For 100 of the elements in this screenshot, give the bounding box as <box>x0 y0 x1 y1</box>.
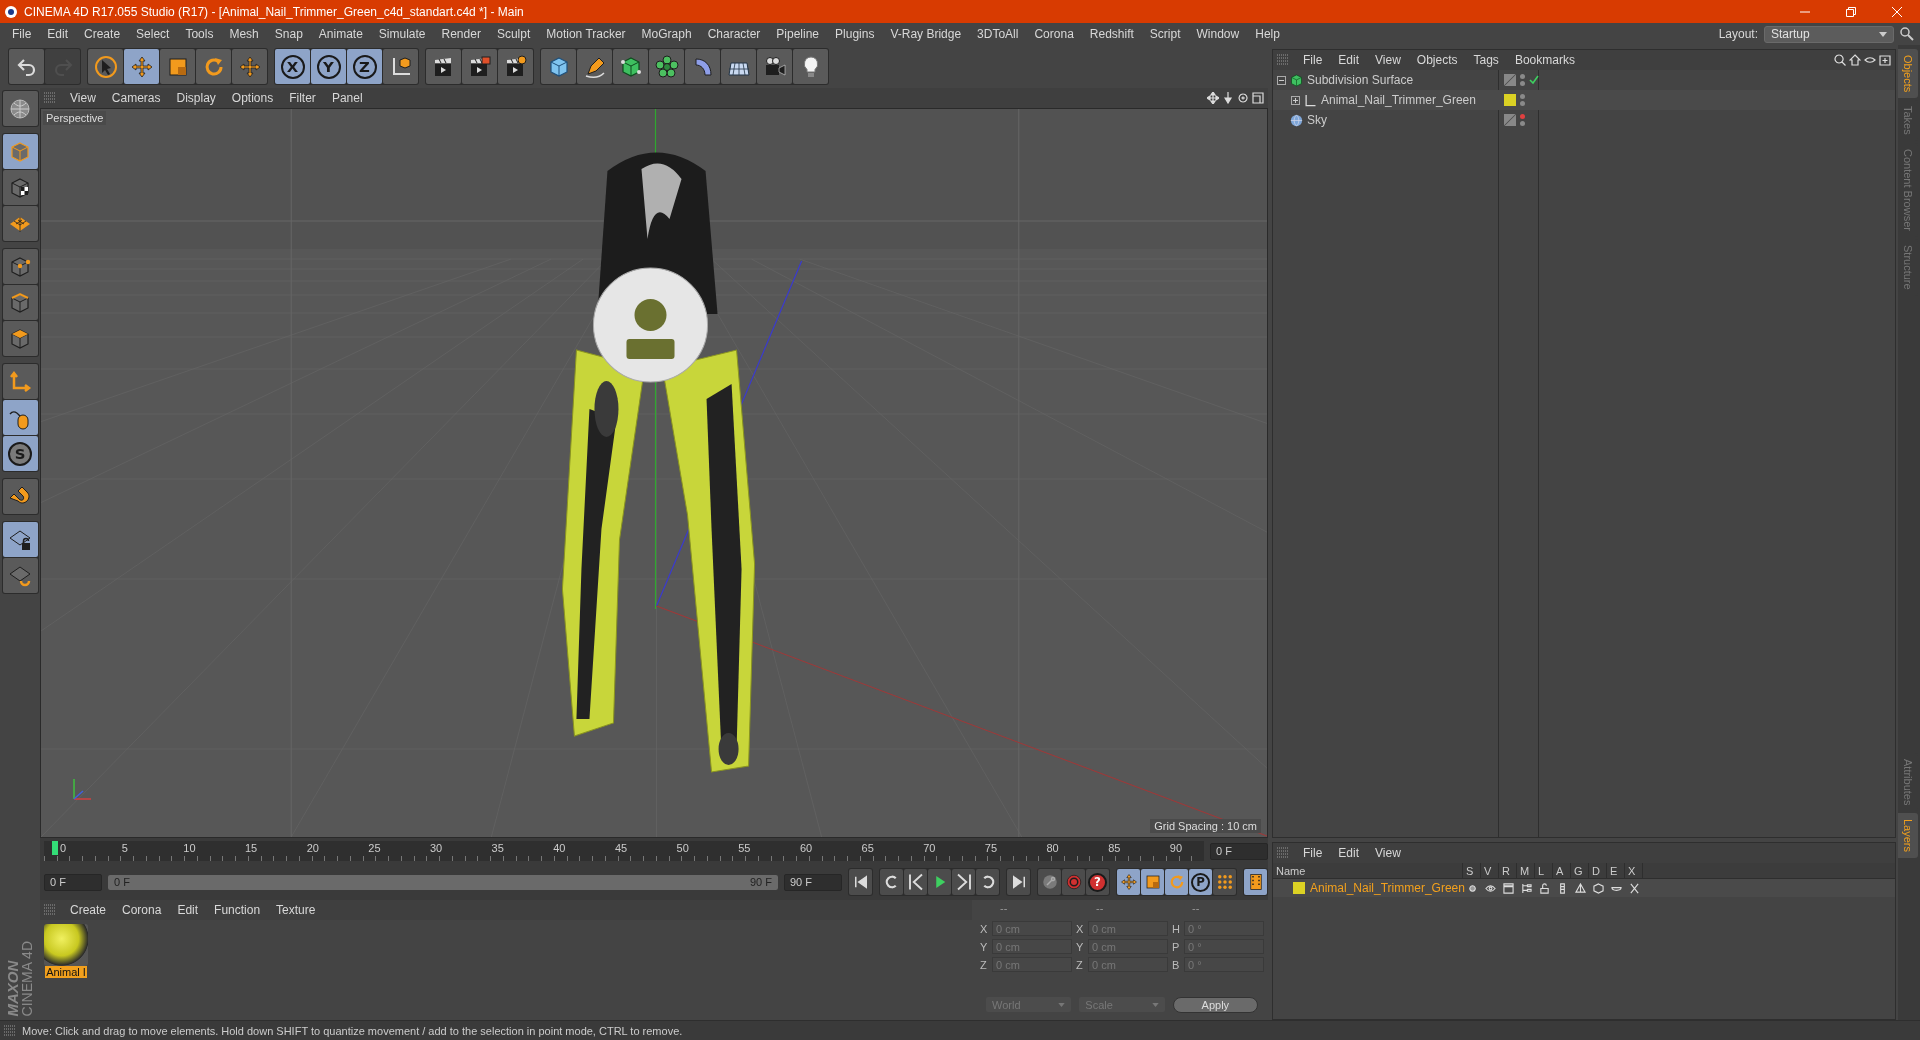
menu-item[interactable]: Tools <box>177 27 222 41</box>
help-letter-button[interactable]: ? <box>1086 869 1109 895</box>
clapper-icon[interactable] <box>1502 882 1514 894</box>
enabled-check-icon[interactable] <box>1529 75 1539 85</box>
home-icon[interactable] <box>1849 54 1861 66</box>
material-name[interactable]: Animal I <box>45 966 87 978</box>
axes-cube-tool-button[interactable] <box>383 49 418 84</box>
play-button[interactable] <box>928 869 951 895</box>
axis-letter-tool-button[interactable]: Y <box>311 49 346 84</box>
menu-item[interactable]: Help <box>1247 27 1288 41</box>
viewport[interactable]: Perspective Grid Spacing : 10 cm <box>40 108 1268 838</box>
hierarchy-icon[interactable] <box>1520 882 1532 894</box>
cube-edges-tool-button[interactable] <box>2 285 38 320</box>
lock-icon[interactable] <box>1538 882 1550 894</box>
menu-item[interactable]: Snap <box>266 27 311 41</box>
column-header[interactable]: M <box>1517 863 1535 878</box>
record-button[interactable] <box>1062 869 1085 895</box>
clapper-tool-button[interactable] <box>426 49 461 84</box>
move-arrows-tool-button[interactable] <box>124 49 159 84</box>
orbit-icon[interactable] <box>1237 92 1249 104</box>
menu-item[interactable]: Plugins <box>827 27 883 41</box>
menu-item[interactable]: Select <box>128 27 178 41</box>
menu-item[interactable]: View <box>62 91 104 105</box>
menu-item[interactable]: Animate <box>310 27 371 41</box>
layer-color-swatch[interactable] <box>1293 882 1305 894</box>
cube-frame-tool-button[interactable] <box>613 49 648 84</box>
column-header[interactable]: X <box>1625 863 1643 878</box>
menu-item[interactable]: Function <box>206 903 269 917</box>
search-icon[interactable] <box>1900 27 1914 41</box>
menu-item[interactable]: Render <box>433 27 489 41</box>
menu-item[interactable]: Panel <box>323 91 371 105</box>
clapper-play-tool-button[interactable] <box>462 49 497 84</box>
key-letter-button[interactable]: P <box>1189 869 1212 895</box>
menu-item[interactable]: Sculpt <box>488 27 539 41</box>
loop-forward-button[interactable] <box>976 869 999 895</box>
object-tree-item[interactable]: Subdivision Surface <box>1273 70 1498 90</box>
lightbulb-tool-button[interactable] <box>793 49 828 84</box>
menu-item[interactable]: Create <box>62 903 115 917</box>
axis-corner-tool-button[interactable] <box>2 364 38 399</box>
side-tab[interactable]: Layers <box>1898 812 1918 858</box>
menu-item[interactable]: Edit <box>169 903 207 917</box>
menu-item[interactable]: Texture <box>268 903 324 917</box>
bent-shape-tool-button[interactable] <box>685 49 720 84</box>
step-back-button[interactable] <box>904 869 927 895</box>
menu-item[interactable]: Create <box>76 27 129 41</box>
eye-outline-icon[interactable] <box>1864 54 1876 66</box>
layout-dropdown[interactable]: Startup <box>1764 25 1894 43</box>
menu-item[interactable]: File <box>4 27 40 41</box>
layer-name[interactable]: Animal_Nail_Trimmer_Green <box>1310 881 1465 895</box>
pyramid-icon[interactable] <box>1574 882 1586 894</box>
clapper-gear-tool-button[interactable] <box>498 49 533 84</box>
move-arrows-button[interactable] <box>1117 869 1140 895</box>
column-header[interactable]: A <box>1553 863 1571 878</box>
visibility-dots[interactable] <box>1520 94 1525 106</box>
cube-face-tool-button[interactable] <box>2 321 38 356</box>
mouse-tool-button[interactable] <box>2 400 38 435</box>
menu-item[interactable]: Script <box>1141 27 1189 41</box>
column-header[interactable]: D <box>1589 863 1607 878</box>
menu-item[interactable]: View <box>1367 53 1409 67</box>
scale-square-tool-button[interactable] <box>160 49 195 84</box>
menu-item[interactable]: Simulate <box>370 27 434 41</box>
new-window-icon[interactable] <box>1879 54 1891 66</box>
column-header[interactable]: L <box>1535 863 1553 878</box>
apply-button[interactable]: Apply <box>1172 997 1258 1013</box>
menu-item[interactable]: Window <box>1188 27 1248 41</box>
zoom-icon[interactable] <box>1222 92 1234 104</box>
column-header[interactable]: V <box>1481 863 1499 878</box>
skip-start-button[interactable] <box>849 869 872 895</box>
menu-item[interactable]: Edit <box>1330 53 1368 67</box>
timeline-ruler[interactable]: 0 5 10 15 20 25 30 35 40 45 50 55 60 65 70 75 80 85 90 <box>44 841 1204 861</box>
axis-letter-tool-button[interactable]: X <box>275 49 310 84</box>
menu-item[interactable]: Cameras <box>103 91 169 105</box>
eye-icon[interactable] <box>1484 882 1496 894</box>
menu-item[interactable]: Display <box>168 91 224 105</box>
menu-item[interactable]: V-Ray Bridge <box>882 27 970 41</box>
column-header[interactable]: E <box>1607 863 1625 878</box>
menu-item[interactable]: Corona <box>1026 27 1082 41</box>
menu-item[interactable]: Objects <box>1408 53 1466 67</box>
checker-cube-tool-button[interactable] <box>2 170 38 205</box>
grid-lock-tool-button[interactable] <box>2 522 38 557</box>
search-icon[interactable] <box>1834 54 1846 66</box>
column-header[interactable]: S <box>1463 863 1481 878</box>
diamond-grid-tool-button[interactable] <box>2 206 38 241</box>
menu-item[interactable]: Corona <box>114 903 170 917</box>
side-tab[interactable]: Objects <box>1898 49 1918 99</box>
cube-tool-button[interactable] <box>541 49 576 84</box>
camera-tool-button[interactable] <box>757 49 792 84</box>
menu-item[interactable]: Tags <box>1465 53 1507 67</box>
snap-letter-tool-button[interactable]: S <box>2 436 38 471</box>
cube-outline-tool-button[interactable] <box>2 134 38 169</box>
pen-tool-button[interactable] <box>577 49 612 84</box>
expand-icon[interactable] <box>1291 95 1300 105</box>
menu-item[interactable]: Motion Tracker <box>538 27 634 41</box>
menu-item[interactable]: 3DToAll <box>969 27 1027 41</box>
current-frame-field[interactable]: 0 F <box>1210 842 1268 860</box>
column-header[interactable]: G <box>1571 863 1589 878</box>
visibility-dots[interactable] <box>1520 74 1525 86</box>
menu-item[interactable]: Bookmarks <box>1506 53 1583 67</box>
cube-points-tool-button[interactable] <box>2 249 38 284</box>
menu-item[interactable]: Edit <box>1330 846 1368 860</box>
